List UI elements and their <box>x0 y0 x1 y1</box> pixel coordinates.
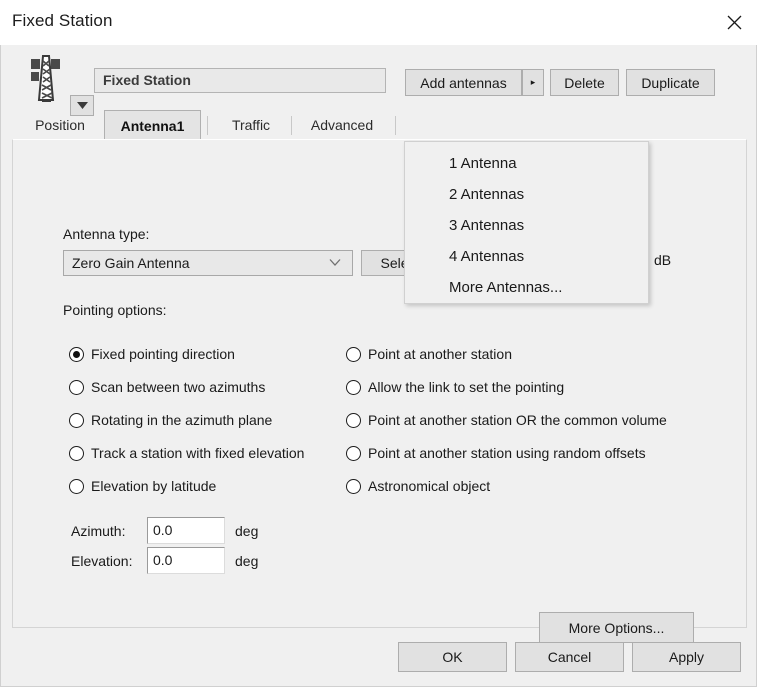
apply-button[interactable]: Apply <box>632 642 741 672</box>
radio-label: Point at another station <box>368 346 512 362</box>
pointing-options-label: Pointing options: <box>63 302 167 318</box>
elevation-unit-label: deg <box>235 553 259 569</box>
azimuth-input[interactable]: 0.0 <box>147 517 225 544</box>
radio-fixed-pointing-direction[interactable]: Fixed pointing direction <box>69 346 235 362</box>
close-icon <box>727 15 741 29</box>
radio-allow-link-to-set-pointing[interactable]: Allow the link to set the pointing <box>346 379 564 395</box>
chevron-down-icon <box>329 259 341 266</box>
radio-mark <box>69 379 84 395</box>
cancel-button[interactable]: Cancel <box>515 642 624 672</box>
radio-astronomical-object[interactable]: Astronomical object <box>346 478 490 494</box>
radio-scan-between-two-azimuths[interactable]: Scan between two azimuths <box>69 379 265 395</box>
tab-antenna1[interactable]: Antenna1 <box>104 110 201 140</box>
ok-button[interactable]: OK <box>398 642 507 672</box>
radio-point-at-station-random-offsets[interactable]: Point at another station using random of… <box>346 445 646 461</box>
close-button[interactable] <box>711 0 757 44</box>
radio-rotating-in-azimuth-plane[interactable]: Rotating in the azimuth plane <box>69 412 272 428</box>
tab-advanced[interactable]: Advanced <box>297 110 387 140</box>
gain-unit-label: dB <box>654 252 672 268</box>
elevation-input[interactable]: 0.0 <box>147 547 225 574</box>
dialog-body: Fixed Station Add antennas ▸ Delete Dupl… <box>0 45 757 687</box>
radio-mark <box>346 478 361 494</box>
tab-position[interactable]: Position <box>17 110 103 140</box>
antenna-type-select[interactable]: Zero Gain Antenna <box>63 250 353 276</box>
menu-item-3-antennas[interactable]: 3 Antennas <box>406 210 649 241</box>
radio-label: Scan between two azimuths <box>91 379 266 395</box>
tab-separator <box>395 116 396 135</box>
menu-item-more-antennas[interactable]: More Antennas... <box>406 272 649 303</box>
radio-mark <box>69 412 84 428</box>
azimuth-unit-label: deg <box>235 523 259 539</box>
radio-label: Astronomical object <box>368 478 491 494</box>
tab-separator <box>291 116 292 135</box>
antenna-type-label: Antenna type: <box>63 226 150 242</box>
tab-separator <box>207 116 208 135</box>
radio-mark <box>346 412 361 428</box>
more-options-button[interactable]: More Options... <box>539 612 694 643</box>
tab-strip: Position Antenna1 Traffic Advanced <box>12 110 747 140</box>
menu-item-2-antennas[interactable]: 2 Antennas <box>406 179 649 210</box>
antenna-tower-icon <box>28 55 64 103</box>
chevron-down-icon <box>76 102 88 109</box>
radio-elevation-by-latitude[interactable]: Elevation by latitude <box>69 478 216 494</box>
radio-label: Fixed pointing direction <box>91 346 235 362</box>
radio-mark <box>346 379 361 395</box>
add-antennas-dropdown-arrow-button[interactable]: ▸ <box>522 69 544 96</box>
delete-button[interactable]: Delete <box>550 69 619 96</box>
azimuth-label: Azimuth: <box>71 523 126 539</box>
radio-mark <box>69 478 84 494</box>
add-antennas-menu: 1 Antenna 2 Antennas 3 Antennas 4 Antenn… <box>404 141 649 304</box>
add-antennas-button[interactable]: Add antennas <box>405 69 522 96</box>
station-name-field[interactable]: Fixed Station <box>94 68 386 93</box>
radio-mark <box>69 445 84 461</box>
duplicate-button[interactable]: Duplicate <box>626 69 715 96</box>
radio-mark <box>346 346 361 362</box>
menu-item-1-antenna[interactable]: 1 Antenna <box>406 148 649 179</box>
radio-track-station-fixed-elevation[interactable]: Track a station with fixed elevation <box>69 445 304 461</box>
radio-label: Elevation by latitude <box>91 478 217 494</box>
radio-label: Track a station with fixed elevation <box>91 445 305 461</box>
radio-point-at-station-or-common-volume[interactable]: Point at another station OR the common v… <box>346 412 667 428</box>
radio-label: Allow the link to set the pointing <box>368 379 565 395</box>
radio-label: Point at another station OR the common v… <box>368 412 667 428</box>
elevation-label: Elevation: <box>71 553 133 569</box>
radio-point-at-another-station[interactable]: Point at another station <box>346 346 512 362</box>
radio-label: Point at another station using random of… <box>368 445 646 461</box>
radio-label: Rotating in the azimuth plane <box>91 412 273 428</box>
menu-item-4-antennas[interactable]: 4 Antennas <box>406 241 649 272</box>
radio-mark <box>346 445 361 461</box>
window-title: Fixed Station <box>12 11 113 30</box>
tab-traffic[interactable]: Traffic <box>215 110 287 140</box>
radio-mark <box>69 346 84 362</box>
title-bar: Fixed Station <box>0 0 757 46</box>
